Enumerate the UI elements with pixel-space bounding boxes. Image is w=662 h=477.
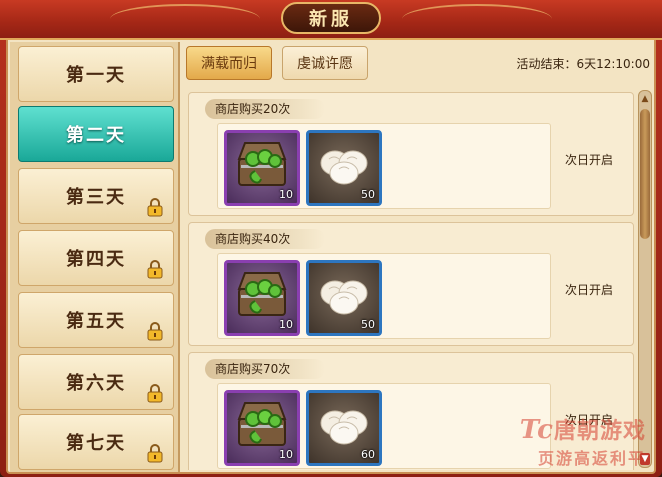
steamed-bun-icon — [320, 410, 368, 445]
day-tab-label: 第一天 — [66, 65, 126, 86]
task-title: 商店购买70次 — [205, 359, 325, 379]
task-list-scrollbar[interactable]: ▲ ▼ — [638, 90, 652, 468]
reward-item[interactable]: 50 — [306, 130, 382, 206]
day-tab-label: 第六天 — [66, 373, 126, 394]
steamed-bun-icon — [320, 150, 368, 185]
task-card: 商店购买20次 10 50 次日开启 — [188, 92, 634, 216]
scroll-thumb[interactable] — [640, 109, 650, 239]
item-count: 60 — [361, 448, 375, 461]
treasure-chest-icon — [237, 142, 287, 186]
day-tab-2[interactable]: 第二天 — [18, 106, 174, 162]
event-countdown: 活动结束：6天12:10:00 — [516, 57, 650, 71]
lock-icon — [147, 322, 163, 341]
treasure-chest-icon — [237, 402, 287, 446]
day-tab-label: 第二天 — [66, 125, 126, 146]
treasure-chest-icon — [237, 272, 287, 316]
day-tab-5[interactable]: 第五天 — [18, 292, 174, 348]
day-tab-label: 第三天 — [66, 187, 126, 208]
reward-box: 10 50 — [217, 253, 551, 339]
day-tab-1[interactable]: 第一天 — [18, 46, 174, 102]
task-status: 次日开启 — [564, 283, 613, 297]
item-count: 10 — [279, 318, 293, 331]
lock-icon — [147, 384, 163, 403]
item-count: 10 — [279, 448, 293, 461]
day-tab-label: 第五天 — [66, 311, 126, 332]
task-title: 商店购买20次 — [205, 99, 325, 119]
task-status: 次日开启 — [564, 153, 613, 167]
day-tab-7[interactable]: 第七天 — [18, 414, 174, 470]
reward-item[interactable]: 60 — [306, 390, 382, 466]
item-count: 10 — [279, 188, 293, 201]
watermark-logo: Tc — [519, 415, 554, 445]
window-header: 新服 — [0, 0, 662, 40]
watermark: Tc唐朝游戏 页游高返利平 — [520, 413, 646, 469]
lock-icon — [147, 444, 163, 463]
lock-icon — [147, 260, 163, 279]
reward-box: 10 50 — [217, 123, 551, 209]
day-sidebar: 第一天 第二天 第三天 第四天 第五天 第六天 第七天 — [10, 42, 180, 472]
day-tab-6[interactable]: 第六天 — [18, 354, 174, 410]
scroll-up-arrow-icon[interactable]: ▲ — [640, 93, 650, 105]
task-card: 商店购买40次 10 50 次日开启 — [188, 222, 634, 346]
task-title: 商店购买40次 — [205, 229, 325, 249]
reward-item[interactable]: 10 — [224, 130, 300, 206]
reward-item[interactable]: 10 — [224, 390, 300, 466]
item-count: 50 — [361, 188, 375, 201]
day-tab-4[interactable]: 第四天 — [18, 230, 174, 286]
header-cloud-ornament — [110, 4, 260, 34]
reward-item[interactable]: 50 — [306, 260, 382, 336]
day-tab-3[interactable]: 第三天 — [18, 168, 174, 224]
item-count: 50 — [361, 318, 375, 331]
reward-item[interactable]: 10 — [224, 260, 300, 336]
window-title: 新服 — [281, 2, 381, 34]
lock-icon — [147, 198, 163, 217]
day-tab-label: 第四天 — [66, 249, 126, 270]
watermark-line2: 页游高返利平 — [537, 449, 646, 468]
reward-box: 10 60 — [217, 383, 551, 469]
watermark-line1: 唐朝游戏 — [553, 419, 646, 444]
steamed-bun-icon — [320, 280, 368, 315]
tab-full-load[interactable]: 满载而归 — [186, 46, 272, 80]
day-tab-label: 第七天 — [66, 433, 126, 454]
header-cloud-ornament — [402, 4, 552, 34]
tab-sincere-wish[interactable]: 虔诚许愿 — [282, 46, 368, 80]
